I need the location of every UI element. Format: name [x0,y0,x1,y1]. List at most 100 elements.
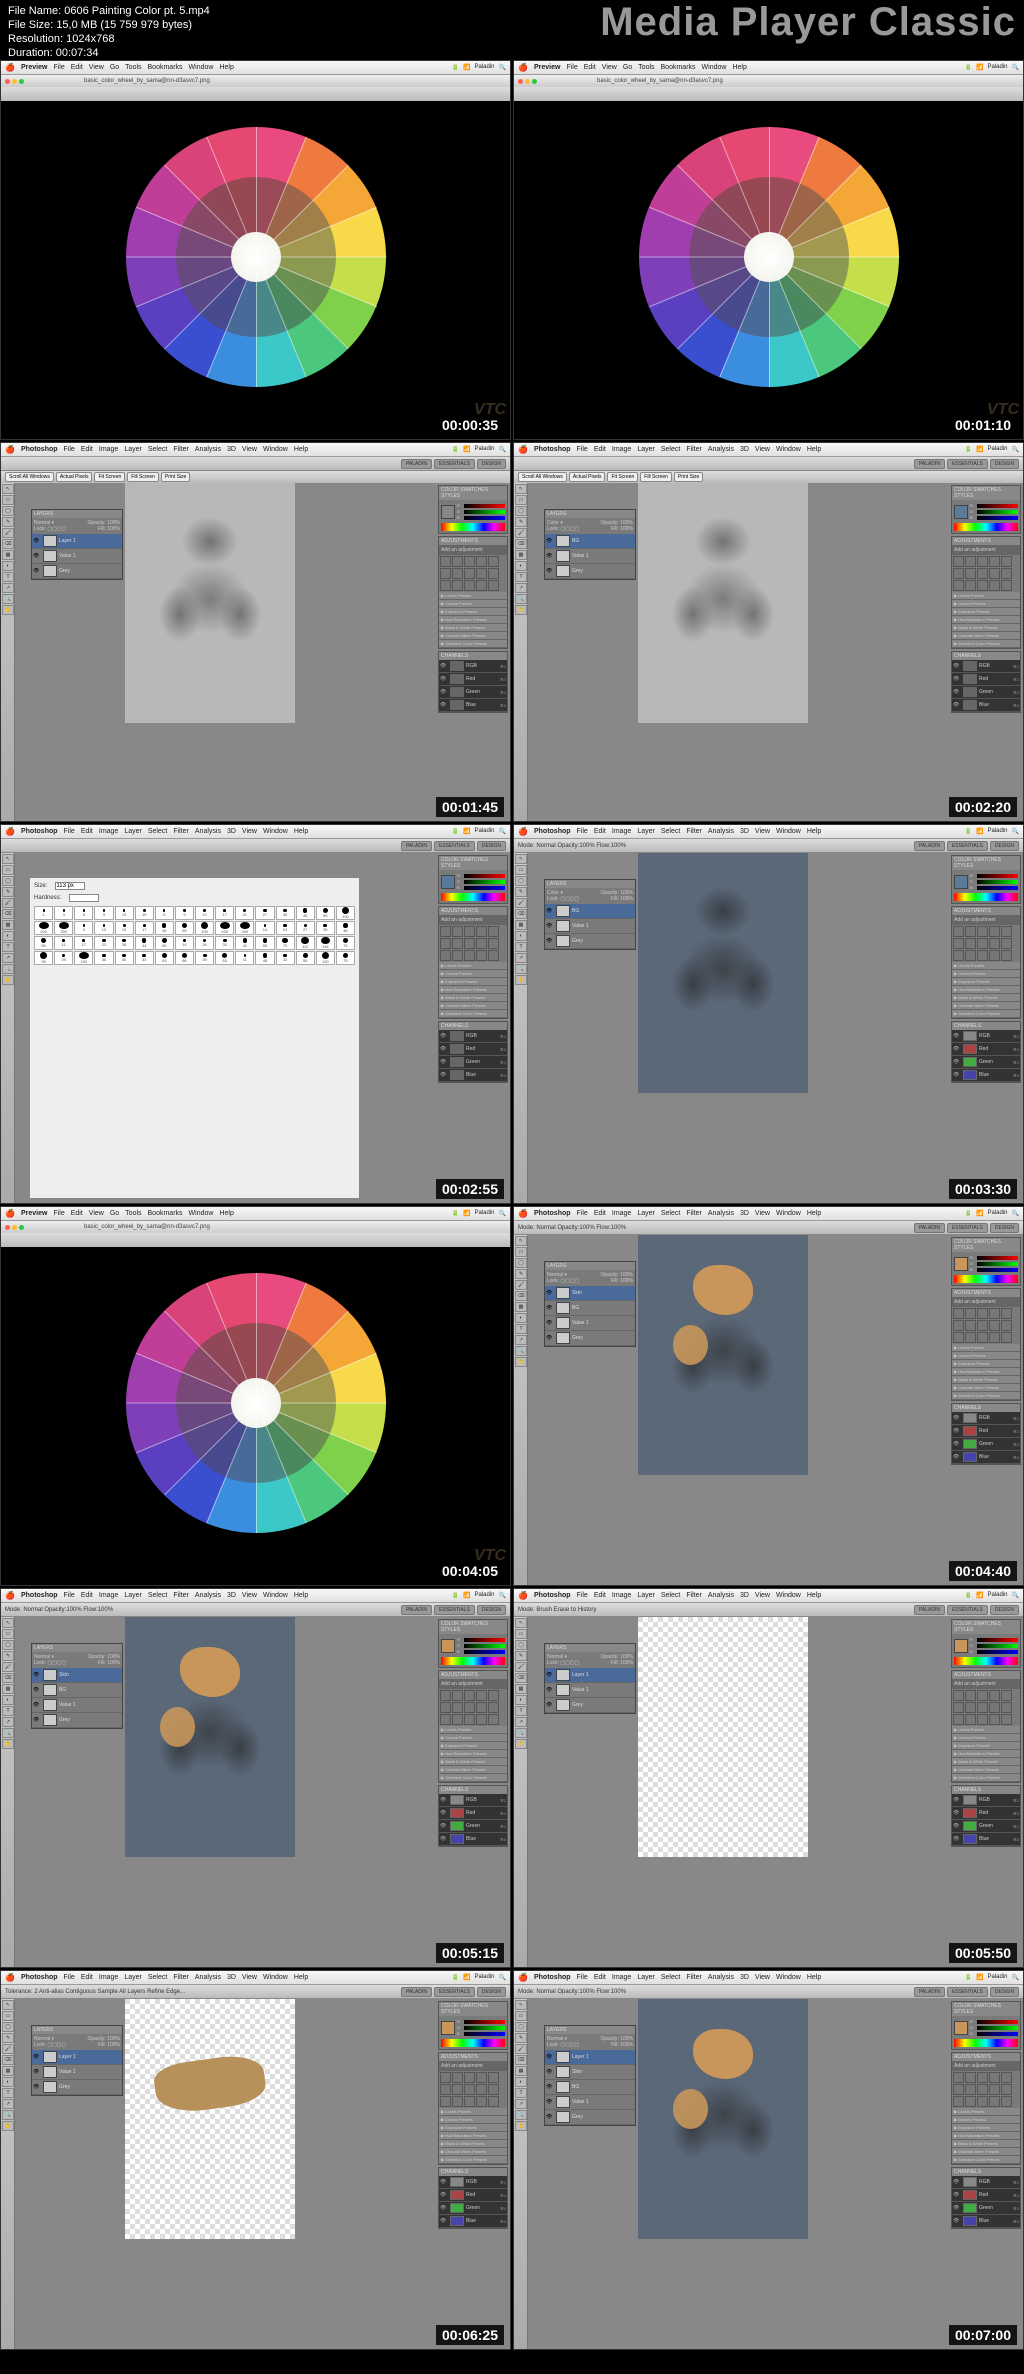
menu-item[interactable]: Help [732,64,746,71]
layer-row[interactable]: 👁Grey [545,1331,635,1346]
tool-button[interactable]: ✎ [2,1651,14,1661]
tool-button[interactable]: ↖ [2,1618,14,1628]
preset-item[interactable]: ▶ Black & White Presets [439,2140,507,2148]
menu-item[interactable]: Help [294,446,308,453]
tool-button[interactable]: ✎ [2,517,14,527]
tool-button[interactable]: ✋ [2,2121,14,2131]
preset-item[interactable]: ▶ Exposure Presets [439,608,507,616]
preset-item[interactable]: ▶ Curves Presets [952,1352,1020,1360]
color-ramp[interactable] [441,1657,505,1665]
tool-button[interactable]: T [515,1324,527,1334]
brush-preset[interactable]: 74 [336,936,355,950]
layer-row[interactable]: 👁BG [545,534,635,549]
fg-color[interactable] [954,1257,968,1271]
menu-item[interactable]: File [64,446,75,453]
preset-item[interactable]: ▶ Selective Color Presets [952,2156,1020,2164]
preset-item[interactable]: ▶ Black & White Presets [952,1376,1020,1384]
menu-item[interactable]: Window [263,1974,288,1981]
menu-item[interactable]: Analysis [195,446,221,453]
preset-item[interactable]: ▶ Black & White Presets [439,624,507,632]
layer-row[interactable]: 👁Layer 1 [545,2050,635,2065]
menu-item[interactable]: Analysis [708,446,734,453]
menu-item[interactable]: Edit [594,1974,606,1981]
channel-row[interactable]: 👁Green⌘4 [952,2202,1020,2215]
tool-button[interactable]: 🔍 [2,2110,14,2120]
channel-row[interactable]: 👁Red⌘3 [952,1807,1020,1820]
preset-item[interactable]: ▶ Levels Presets [439,2108,507,2116]
menu-item[interactable]: Edit [81,1592,93,1599]
menu-item[interactable]: Layer [124,446,142,453]
channel-row[interactable]: 👁RGB⌘2 [952,1412,1020,1425]
menu-item[interactable]: Filter [686,446,702,453]
tool-button[interactable]: ↗ [515,953,527,963]
tool-button[interactable]: ⌫ [515,909,527,919]
tool-button[interactable]: ◐ [2,561,14,571]
menu-item[interactable]: Go [110,1210,119,1217]
menu-item[interactable]: Select [661,1592,680,1599]
tool-button[interactable]: ◯ [515,1258,527,1268]
canvas[interactable] [638,1235,808,1475]
tool-button[interactable]: ◯ [2,876,14,886]
tool-button[interactable]: 🔍 [515,594,527,604]
preset-item[interactable]: ▶ Hue/Saturation Presets [439,1750,507,1758]
preset-item[interactable]: ▶ Black & White Presets [439,1758,507,1766]
tool-button[interactable]: ◐ [515,931,527,941]
menu-item[interactable]: Analysis [708,1974,734,1981]
layer-row[interactable]: 👁Value 1 [545,919,635,934]
tool-button[interactable]: ▦ [2,1684,14,1694]
tool-button[interactable]: ◐ [2,931,14,941]
menu-item[interactable]: View [242,828,257,835]
menu-item[interactable]: Photoshop [21,1974,58,1981]
menu-item[interactable]: Help [807,828,821,835]
preset-item[interactable]: ▶ Hue/Saturation Presets [952,986,1020,994]
layer-row[interactable]: 👁Layer 1 [32,534,122,549]
channel-row[interactable]: 👁RGB⌘2 [439,660,507,673]
tool-button[interactable]: ◯ [515,2022,527,2032]
menu-item[interactable]: Window [776,1210,801,1217]
preset-item[interactable]: ▶ Hue/Saturation Presets [439,616,507,624]
tool-button[interactable]: 🖌 [2,898,14,908]
menu-item[interactable]: File [64,828,75,835]
canvas[interactable] [125,483,295,723]
layer-row[interactable]: 👁Value 1 [32,1698,122,1713]
menu-item[interactable]: Image [99,1974,118,1981]
tool-button[interactable]: 🔍 [515,964,527,974]
screen-button[interactable]: Actual Pixels [569,472,606,482]
preset-item[interactable]: ▶ Hue/Saturation Presets [439,986,507,994]
menu-item[interactable]: Help [294,1974,308,1981]
menu-item[interactable]: File [53,64,64,71]
tool-button[interactable]: ↖ [2,484,14,494]
tool-button[interactable]: ◐ [515,1313,527,1323]
menu-item[interactable]: File [577,446,588,453]
brush-preset[interactable]: 134 [316,936,335,950]
canvas[interactable] [638,1617,808,1857]
preset-item[interactable]: ▶ Black & White Presets [952,624,1020,632]
tool-button[interactable]: ✎ [515,1269,527,1279]
brush-preset[interactable]: 63 [155,951,174,965]
preset-item[interactable]: ▶ Levels Presets [952,962,1020,970]
tool-button[interactable]: ✋ [2,605,14,615]
screen-button[interactable]: Fit Screen [607,472,638,482]
menu-item[interactable]: Edit [594,1592,606,1599]
menu-item[interactable]: Tools [638,64,654,71]
menu-item[interactable]: 3D [227,446,236,453]
menu-item[interactable]: Window [776,1592,801,1599]
screen-button[interactable]: Fill Screen [127,472,159,482]
menu-item[interactable]: Image [612,446,631,453]
brush-preset[interactable]: 45 [155,921,174,935]
brush-preset[interactable]: 55 [255,936,274,950]
menu-item[interactable]: File [577,1210,588,1217]
channel-row[interactable]: 👁Green⌘4 [952,686,1020,699]
menu-item[interactable]: File [64,1974,75,1981]
menu-item[interactable]: Analysis [708,1592,734,1599]
menu-item[interactable]: Edit [594,1210,606,1217]
channel-row[interactable]: 👁Red⌘3 [439,2189,507,2202]
brush-preset[interactable]: 26 [195,936,214,950]
tool-button[interactable]: ▦ [515,2066,527,2076]
brush-preset[interactable]: 35 [276,906,295,920]
menu-item[interactable]: Select [148,446,167,453]
tool-button[interactable]: 🖌 [515,1280,527,1290]
preset-item[interactable]: ▶ Curves Presets [439,1734,507,1742]
fg-color[interactable] [954,1639,968,1653]
tool-button[interactable]: ✎ [2,887,14,897]
